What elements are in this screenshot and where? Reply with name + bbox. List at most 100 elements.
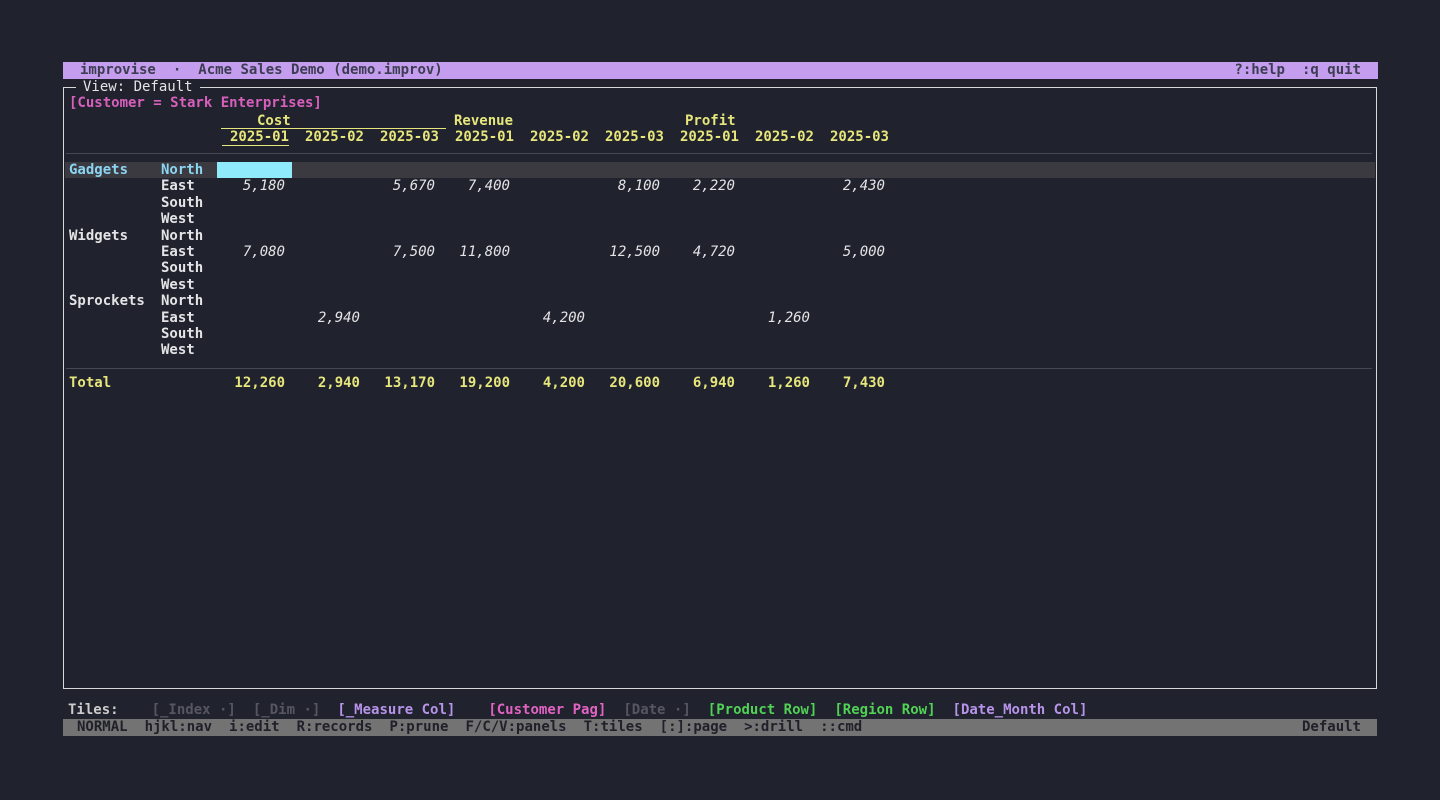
data-cell[interactable] <box>367 326 442 342</box>
data-cell[interactable]: 7,500 <box>367 244 442 260</box>
data-cell[interactable] <box>742 342 817 358</box>
data-cell[interactable] <box>217 228 292 244</box>
cell-cursor[interactable] <box>217 162 292 178</box>
table-row[interactable]: SprocketsNorth <box>65 293 1375 309</box>
measure-group-profit[interactable]: Profit <box>671 113 896 129</box>
data-cell[interactable] <box>592 293 667 309</box>
data-cell[interactable] <box>742 178 817 194</box>
data-cell[interactable] <box>817 326 892 342</box>
data-cell[interactable] <box>517 228 592 244</box>
data-cell[interactable] <box>367 228 442 244</box>
data-cell[interactable] <box>217 326 292 342</box>
data-cell[interactable] <box>817 211 892 227</box>
tile-product-row[interactable]: [Product Row] <box>708 702 818 718</box>
data-cell[interactable] <box>442 228 517 244</box>
data-cell[interactable] <box>367 162 442 178</box>
month-column-header[interactable]: 2025-03 <box>821 129 896 145</box>
data-cell[interactable] <box>667 211 742 227</box>
data-cell[interactable] <box>667 342 742 358</box>
table-row[interactable]: East5,1805,6707,4008,1002,2202,430 <box>65 178 1375 194</box>
data-cell[interactable] <box>292 293 367 309</box>
data-cell[interactable] <box>217 211 292 227</box>
data-cell[interactable] <box>817 162 892 178</box>
tile--measure-col[interactable]: [_Measure Col] <box>337 702 455 718</box>
data-cell[interactable]: 4,720 <box>667 244 742 260</box>
data-cell[interactable] <box>292 162 367 178</box>
data-cell[interactable] <box>742 244 817 260</box>
data-cell[interactable]: 2,220 <box>667 178 742 194</box>
data-cell[interactable] <box>742 293 817 309</box>
data-cell[interactable]: 1,260 <box>742 310 817 326</box>
data-cell[interactable] <box>667 293 742 309</box>
data-cell[interactable]: 2,940 <box>292 310 367 326</box>
tile--index[interactable]: [_Index ·] <box>152 702 236 718</box>
data-cell[interactable] <box>592 277 667 293</box>
data-cell[interactable]: 12,500 <box>592 244 667 260</box>
month-column-header[interactable]: 2025-02 <box>521 129 596 145</box>
data-cell[interactable] <box>517 195 592 211</box>
data-cell[interactable] <box>817 195 892 211</box>
data-cell[interactable] <box>592 342 667 358</box>
data-cell[interactable] <box>742 326 817 342</box>
data-cell[interactable] <box>517 342 592 358</box>
data-cell[interactable] <box>667 277 742 293</box>
data-cell[interactable] <box>742 162 817 178</box>
data-cell[interactable] <box>517 326 592 342</box>
data-cell[interactable] <box>742 260 817 276</box>
month-column-header[interactable]: 2025-02 <box>746 129 821 145</box>
data-cell[interactable] <box>217 195 292 211</box>
data-cell[interactable] <box>667 195 742 211</box>
data-cell[interactable] <box>592 310 667 326</box>
page-filter-badge[interactable]: [Customer = Stark Enterprises] <box>69 95 322 111</box>
data-cell[interactable]: 7,400 <box>442 178 517 194</box>
data-cell[interactable] <box>367 195 442 211</box>
data-cell[interactable] <box>742 211 817 227</box>
data-cell[interactable] <box>742 195 817 211</box>
tile-region-row[interactable]: [Region Row] <box>834 702 935 718</box>
data-cell[interactable] <box>442 293 517 309</box>
month-column-header[interactable]: 2025-01 <box>671 129 746 145</box>
data-cell[interactable] <box>442 162 517 178</box>
data-cell[interactable]: 11,800 <box>442 244 517 260</box>
data-cell[interactable] <box>517 162 592 178</box>
data-cell[interactable] <box>667 228 742 244</box>
data-cell[interactable] <box>217 310 292 326</box>
data-cell[interactable] <box>592 228 667 244</box>
data-cell[interactable] <box>817 228 892 244</box>
table-row[interactable]: East7,0807,50011,80012,5004,7205,000 <box>65 244 1375 260</box>
data-cell[interactable] <box>592 260 667 276</box>
month-column-header[interactable]: 2025-03 <box>371 129 446 145</box>
data-cell[interactable] <box>517 244 592 260</box>
table-row[interactable]: South <box>65 195 1375 211</box>
data-cell[interactable] <box>817 342 892 358</box>
tile--dim[interactable]: [_Dim ·] <box>253 702 320 718</box>
data-cell[interactable] <box>292 228 367 244</box>
data-cell[interactable] <box>292 211 367 227</box>
data-cell[interactable] <box>367 342 442 358</box>
data-cell[interactable] <box>217 277 292 293</box>
data-cell[interactable] <box>367 293 442 309</box>
data-cell[interactable] <box>292 277 367 293</box>
data-cell[interactable] <box>367 310 442 326</box>
data-cell[interactable] <box>442 260 517 276</box>
table-row[interactable]: West <box>65 277 1375 293</box>
month-column-header[interactable]: 2025-03 <box>596 129 671 145</box>
tile-date-month-col[interactable]: [Date_Month Col] <box>953 702 1088 718</box>
data-cell[interactable] <box>292 342 367 358</box>
data-cell[interactable] <box>367 277 442 293</box>
data-cell[interactable] <box>292 244 367 260</box>
data-cell[interactable] <box>667 310 742 326</box>
tile-customer-pag[interactable]: [Customer Pag] <box>488 702 606 718</box>
table-row[interactable]: East2,9404,2001,260 <box>65 310 1375 326</box>
data-cell[interactable] <box>592 195 667 211</box>
data-cell[interactable] <box>667 260 742 276</box>
tile-date[interactable]: [Date ·] <box>623 702 690 718</box>
month-column-header[interactable]: 2025-01 <box>221 129 296 145</box>
data-cell[interactable]: 7,080 <box>217 244 292 260</box>
data-cell[interactable] <box>817 293 892 309</box>
data-cell[interactable] <box>217 342 292 358</box>
data-cell[interactable] <box>442 211 517 227</box>
data-cell[interactable]: 8,100 <box>592 178 667 194</box>
data-cell[interactable]: 5,000 <box>817 244 892 260</box>
data-cell[interactable] <box>517 260 592 276</box>
